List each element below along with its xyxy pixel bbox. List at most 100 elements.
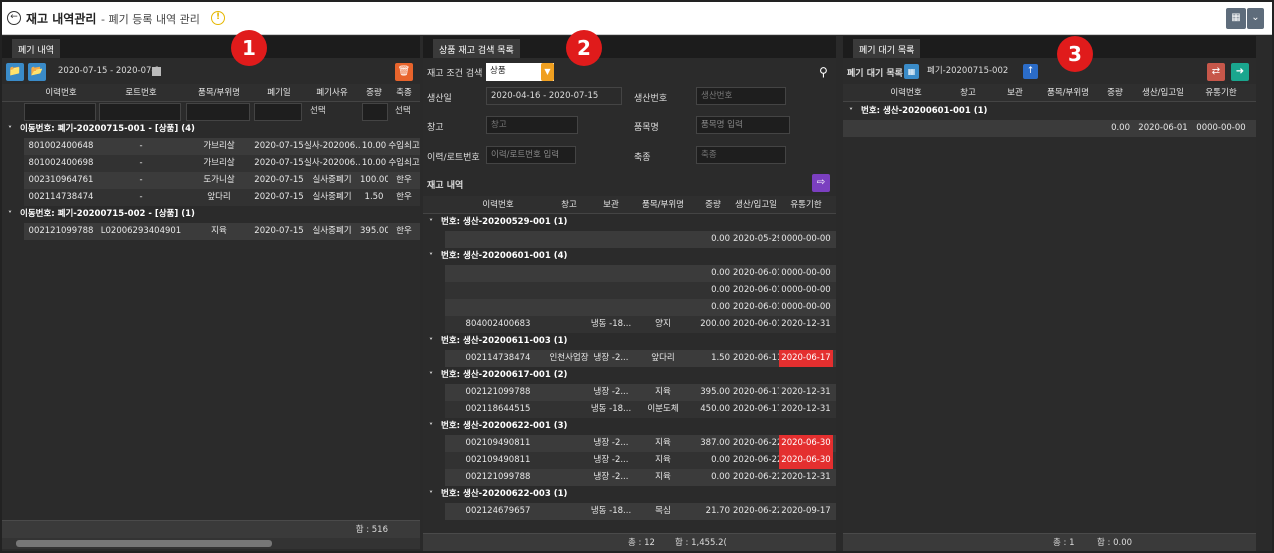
tab-disposal-history[interactable]: 폐기 내역: [12, 39, 60, 58]
table-cell: 2020-12-31: [781, 387, 831, 397]
group-row[interactable]: ˅ 이동번호: 폐기-20200715-001 - [상품] (4): [2, 121, 420, 138]
group-row[interactable]: ˅ 번호: 생산-20200622-001 (3): [423, 418, 836, 435]
chevron-down-icon[interactable]: ˅: [429, 214, 433, 231]
column-header[interactable]: 품목/부위명: [1039, 84, 1097, 102]
disposal-waiting-panel: 폐기 대기 목록 폐기 대기 목록 ▦ 폐기-20200715-002 ↑ ⇄ …: [843, 36, 1256, 551]
table-cell: 냉장 -2...: [593, 438, 629, 448]
filter-reason-select[interactable]: 선택: [306, 103, 360, 121]
folder-icon[interactable]: 📁: [6, 63, 24, 81]
table-row[interactable]: 0.00 2020-05-29 0000-00-00: [445, 231, 836, 248]
move-to-disposal-icon[interactable]: ⇨: [812, 174, 830, 192]
remove-from-list-icon[interactable]: ⇄: [1207, 63, 1225, 81]
production-no-select[interactable]: 생산번호: [696, 87, 786, 105]
table-row[interactable]: 002114738474 인천사업장 냉장 -2... 앞다리 1.50 2020-06-…: [445, 350, 836, 367]
chevron-down-icon[interactable]: ˅: [849, 103, 853, 120]
column-header[interactable]: 보관: [991, 84, 1039, 102]
chevron-down-icon[interactable]: ˅: [429, 367, 433, 384]
filter-date[interactable]: [254, 103, 302, 121]
table-row[interactable]: 0.00 2020-06-01 0000-00-00: [843, 120, 1256, 137]
column-header[interactable]: 중량: [693, 196, 733, 214]
grid-view-button[interactable]: ▦: [1226, 8, 1246, 29]
waiting-list-select[interactable]: 폐기-20200715-002: [923, 63, 1023, 81]
table-row[interactable]: 002121099788 L02006293404901 지육 2020-07-15 실…: [24, 223, 420, 240]
open-folder-icon[interactable]: 📂: [28, 63, 46, 81]
tab-stock-search[interactable]: 상품 재고 검색 목록: [433, 39, 520, 58]
table-row[interactable]: 801002400698 - 가브리살 2020-07-15 실사-202006... 1…: [24, 155, 420, 172]
table-row[interactable]: 801002400648 - 가브리살 2020-07-15 실사-202006... 1…: [24, 138, 420, 155]
horizontal-scrollbar[interactable]: [2, 538, 420, 549]
column-header[interactable]: 보관: [589, 196, 633, 214]
chevron-down-icon[interactable]: ˅: [8, 121, 12, 138]
lot-no-input[interactable]: 이력/로트번호 입력: [486, 146, 576, 164]
table-cell: [633, 299, 693, 316]
table-row[interactable]: 002121099788 냉장 -2... 지육 395.00 2020-06-17 20…: [445, 384, 836, 401]
warehouse-select[interactable]: 창고: [486, 116, 578, 134]
back-icon[interactable]: ←: [7, 11, 21, 25]
column-header[interactable]: 생산/입고일: [1133, 84, 1193, 102]
upload-icon[interactable]: ↑: [1023, 64, 1038, 79]
table-row[interactable]: 804002400683 냉동 -18... 양지 200.00 2020-06-01 2…: [445, 316, 836, 333]
group-row[interactable]: ˅ 번호: 생산-20200601-001 (4): [423, 248, 836, 265]
chevron-down-icon[interactable]: ˅: [8, 206, 12, 223]
table-row[interactable]: 002118644515 냉동 -18... 이분도체 450.00 2020-06-1…: [445, 401, 836, 418]
species-select[interactable]: 축종: [696, 146, 786, 164]
table-cell: [549, 316, 589, 333]
group-row[interactable]: ˅ 번호: 생산-20200617-001 (2): [423, 367, 836, 384]
chevron-down-icon[interactable]: ▼: [541, 63, 554, 81]
scrollbar-thumb[interactable]: [16, 540, 272, 547]
filter-item[interactable]: [186, 103, 250, 121]
table-row[interactable]: 002310964761 - 도가니살 2020-07-15 실사중폐기 100.00 한우: [24, 172, 420, 189]
production-date-input[interactable]: 2020-04-16 - 2020-07-15: [486, 87, 622, 105]
table-row[interactable]: 002109490811 냉장 -2... 지육 0.00 2020-06-22 2020…: [445, 452, 836, 469]
column-header[interactable]: 폐기사유: [304, 84, 360, 102]
filter-lot-no[interactable]: [99, 103, 181, 121]
group-row[interactable]: ˅ 이동번호: 폐기-20200715-002 - [상품] (1): [2, 206, 420, 223]
item-name-input[interactable]: 품목명 입력: [696, 116, 790, 134]
column-header[interactable]: 이력번호: [447, 196, 549, 214]
filter-species-select[interactable]: 선택: [391, 103, 420, 121]
column-header[interactable]: 유통기한: [1193, 84, 1249, 102]
tab-disposal-waiting[interactable]: 폐기 대기 목록: [853, 39, 921, 58]
search-icon[interactable]: ⚲: [819, 65, 828, 79]
column-header[interactable]: 품목/부위명: [184, 84, 254, 102]
table-row[interactable]: 002121099788 냉장 -2... 지육 0.00 2020-06-22 2020…: [445, 469, 836, 486]
column-header[interactable]: 로트번호: [99, 84, 183, 102]
group-row[interactable]: ˅ 번호: 생산-20200529-001 (1): [423, 214, 836, 231]
filter-trace-no[interactable]: [24, 103, 96, 121]
chevron-down-icon[interactable]: ˅: [429, 418, 433, 435]
column-header[interactable]: 폐기일: [254, 84, 304, 102]
chevron-down-button[interactable]: ⌄: [1247, 8, 1264, 29]
column-header[interactable]: 유통기한: [779, 196, 833, 214]
warning-icon[interactable]: !: [211, 11, 225, 25]
column-header[interactable]: 품목/부위명: [633, 196, 693, 214]
column-header[interactable]: 축종: [388, 84, 420, 102]
table-cell: 가브리살: [203, 158, 235, 168]
column-header[interactable]: 생산/입고일: [733, 196, 779, 214]
table-row[interactable]: 002124679657 냉동 -18... 목심 21.70 2020-06-22 20…: [445, 503, 836, 520]
calendar-icon[interactable]: [152, 67, 161, 76]
table-row[interactable]: 0.00 2020-06-01 0000-00-00: [445, 265, 836, 282]
group-row[interactable]: ˅ 번호: 생산-20200611-003 (1): [423, 333, 836, 350]
column-header[interactable]: 이력번호: [867, 84, 945, 102]
column-header[interactable]: 창고: [945, 84, 991, 102]
column-header[interactable]: 중량: [360, 84, 388, 102]
filter-weight[interactable]: [362, 103, 388, 121]
export-icon[interactable]: ➜: [1231, 63, 1249, 81]
table-cell: 2020-07-15: [254, 158, 304, 168]
column-header[interactable]: 이력번호: [24, 84, 98, 102]
table-row[interactable]: 002114738474 - 앞다리 2020-07-15 실사중폐기 1.50 한우: [24, 189, 420, 206]
table-row[interactable]: 0.00 2020-06-01 0000-00-00: [445, 282, 836, 299]
group-row[interactable]: ˅ 번호: 생산-20200601-001 (1): [843, 103, 1256, 120]
calendar-icon[interactable]: ▦: [904, 64, 919, 79]
chevron-down-icon[interactable]: ˅: [429, 333, 433, 350]
column-header[interactable]: 창고: [549, 196, 589, 214]
group-row[interactable]: ˅ 번호: 생산-20200622-003 (1): [423, 486, 836, 503]
table-cell: 0000-00-00: [781, 234, 831, 244]
table-row[interactable]: 0.00 2020-06-01 0000-00-00: [445, 299, 836, 316]
column-header[interactable]: 중량: [1097, 84, 1133, 102]
chevron-down-icon[interactable]: ˅: [429, 248, 433, 265]
chevron-down-icon[interactable]: ˅: [429, 486, 433, 503]
delete-icon[interactable]: 🗑: [395, 63, 413, 81]
table-row[interactable]: 002109490811 냉장 -2... 지육 387.00 2020-06-22 20…: [445, 435, 836, 452]
date-range-input[interactable]: 2020-07-15 - 2020-07-15: [54, 63, 158, 81]
